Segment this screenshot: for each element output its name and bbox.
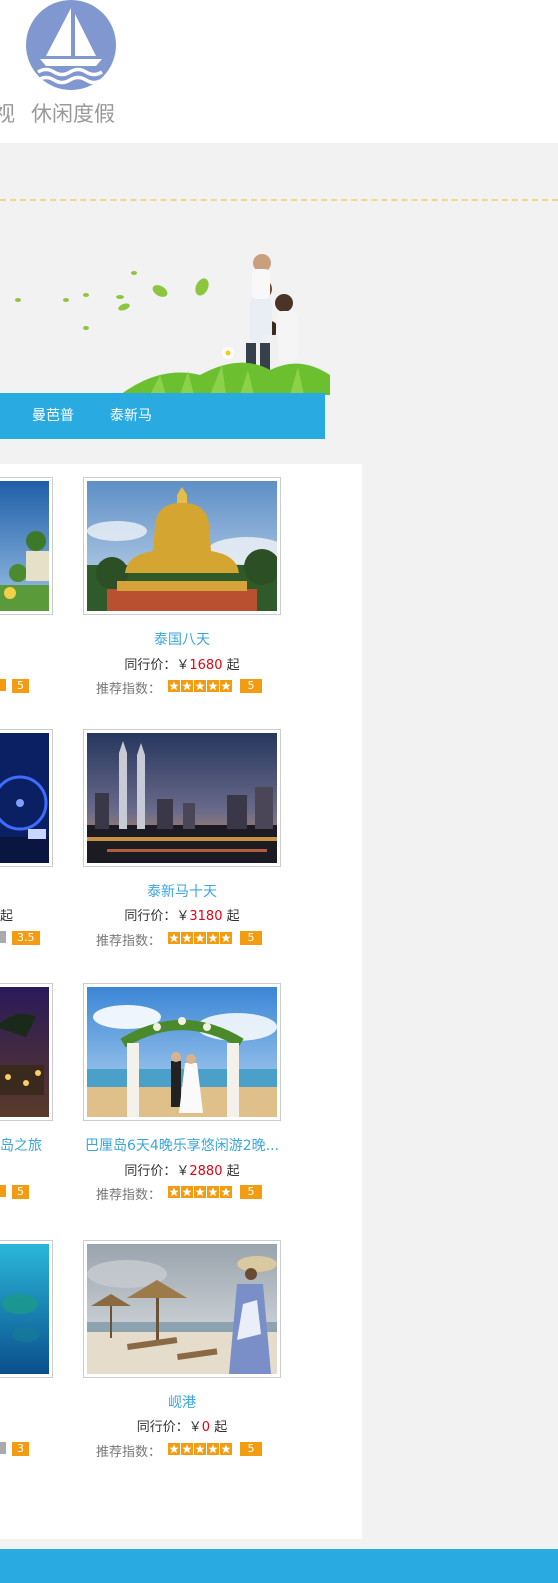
buddha-photo (87, 481, 277, 611)
star-icon (0, 1185, 6, 1197)
product-name-link[interactable]: 岛之旅 (0, 1135, 42, 1155)
rating-score-badge: 5 (12, 679, 29, 693)
product-thumbnail[interactable] (0, 729, 53, 867)
left-price-suffix: 起 (0, 909, 14, 924)
star-icon (220, 680, 232, 692)
product-price: 同行价：￥1680 起 (84, 654, 280, 673)
product-name-link[interactable]: 泰国八天 (84, 629, 280, 649)
currency-symbol: ￥ (188, 1420, 202, 1435)
ferris-wheel-photo (0, 733, 49, 863)
product-price: 同行价：￥2880 起 (84, 1160, 280, 1179)
price-label: 同行价： (124, 1164, 177, 1179)
left-recommend-rating: 3.5 (0, 931, 40, 945)
star-icon (194, 680, 206, 692)
price-label: 同行价： (124, 909, 177, 924)
star-icon (181, 1443, 193, 1455)
rating-score-badge: 5 (12, 1185, 29, 1199)
price-value: 1680 (189, 658, 223, 673)
star-rating (168, 1443, 233, 1455)
star-icon (181, 1186, 193, 1198)
star-rating (168, 1186, 233, 1198)
recommend-label: 推荐指数： (96, 1188, 162, 1203)
tab-manbapu[interactable]: 曼芭普 (32, 393, 74, 439)
star-icon (207, 1443, 219, 1455)
star-icon (194, 1186, 206, 1198)
tab-taixinma[interactable]: 泰新马 (110, 393, 152, 439)
product-thumbnail[interactable] (83, 477, 281, 615)
star-rating (168, 680, 233, 692)
rating-score-badge: 3 (12, 1442, 29, 1456)
star-icon (220, 932, 232, 944)
price-suffix: 起 (214, 1420, 228, 1435)
product-thumbnail[interactable] (0, 983, 53, 1121)
product-name-link[interactable]: 巴厘岛6天4晚乐享悠闲游2晚... (84, 1135, 280, 1155)
product-price: 同行价：￥0 起 (84, 1416, 280, 1435)
price-value: 0 (201, 1420, 211, 1435)
star-icon (220, 1186, 232, 1198)
star-icon (181, 932, 193, 944)
recommend-label: 推荐指数： (96, 682, 162, 697)
price-suffix: 起 (226, 658, 240, 673)
left-recommend-rating: 5 (0, 679, 40, 693)
star-icon (194, 932, 206, 944)
star-icon (0, 931, 6, 943)
site-header: 视 休闲度假 (0, 0, 558, 143)
price-value: 2880 (189, 1164, 223, 1179)
nav-item-partial[interactable]: 视 (0, 98, 15, 128)
family-banner (0, 225, 330, 395)
price-suffix: 起 (226, 909, 240, 924)
rating-score-badge: 3.5 (12, 931, 40, 945)
star-rating (168, 932, 233, 944)
star-icon (181, 680, 193, 692)
left-recommend-rating: 3 (0, 1442, 40, 1456)
product-name-link[interactable]: 岘港 (84, 1392, 280, 1412)
star-icon (168, 1443, 180, 1455)
price-suffix: 起 (226, 1164, 240, 1179)
rating-score-badge: 5 (240, 679, 262, 693)
currency-symbol: ￥ (176, 658, 190, 673)
beach-umbrella-photo (87, 1244, 277, 1374)
price-value: 3180 (189, 909, 223, 924)
recommend-label: 推荐指数： (96, 1445, 162, 1460)
recommend-label: 推荐指数： (96, 934, 162, 949)
product-thumbnail[interactable] (83, 1240, 281, 1378)
left-recommend-rating: 5 (0, 1185, 40, 1199)
rating-score-badge: 5 (240, 1185, 262, 1199)
star-icon (194, 1443, 206, 1455)
rating-score-badge: 5 (240, 931, 262, 945)
star-icon (168, 1186, 180, 1198)
rating-score-badge: 5 (240, 1442, 262, 1456)
star-icon (0, 679, 6, 691)
product-thumbnail[interactable] (83, 983, 281, 1121)
product-price: 同行价：￥3180 起 (84, 905, 280, 924)
nav-item-leisure[interactable]: 休闲度假 (31, 98, 115, 128)
product-name-link[interactable]: 泰新马十天 (84, 881, 280, 901)
star-icon (0, 1442, 6, 1454)
product-thumbnail[interactable] (0, 1240, 53, 1378)
kuala-lumpur-skyline-photo (87, 733, 277, 863)
product-thumbnail[interactable] (83, 729, 281, 867)
star-icon (207, 1186, 219, 1198)
star-icon (220, 1443, 232, 1455)
star-icon (168, 932, 180, 944)
price-label: 同行价： (124, 658, 177, 673)
star-icon (207, 680, 219, 692)
currency-symbol: ￥ (176, 909, 190, 924)
sailboat-logo-icon[interactable] (26, 0, 116, 90)
destination-tab-bar: 曼芭普 泰新马 (0, 393, 325, 439)
product-thumbnail[interactable] (0, 477, 53, 615)
underwater-photo (0, 1244, 49, 1374)
footer-bar (0, 1549, 558, 1583)
price-label: 同行价： (136, 1420, 189, 1435)
dashed-divider (0, 199, 558, 201)
currency-symbol: ￥ (176, 1164, 190, 1179)
beach-wedding-photo (87, 987, 277, 1117)
star-icon (207, 932, 219, 944)
resort-night-photo (0, 987, 49, 1117)
star-icon (168, 680, 180, 692)
garden-photo (0, 481, 49, 611)
